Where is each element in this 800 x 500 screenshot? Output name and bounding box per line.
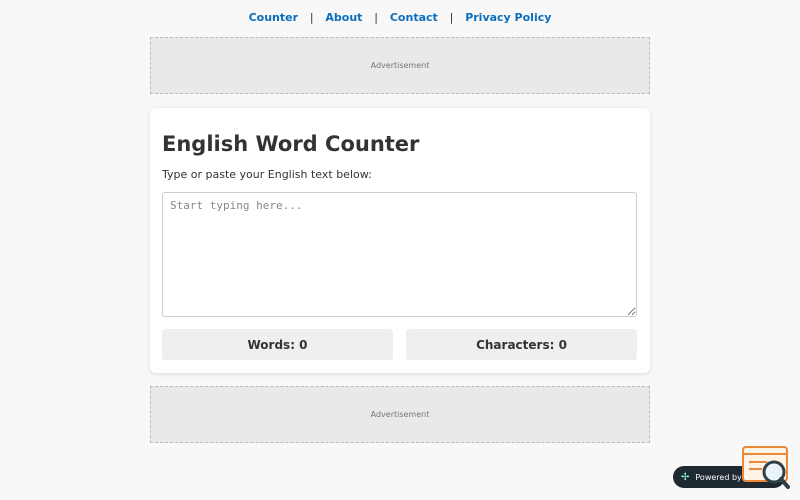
character-count: Characters: 0 <box>406 329 637 360</box>
nav-separator: | <box>309 11 314 24</box>
advertisement-label: Advertisement <box>370 410 430 419</box>
advertisement-label: Advertisement <box>370 61 430 70</box>
word-count-label: Words: 0 <box>247 337 308 352</box>
word-counter-card: English Word Counter Type or paste your … <box>150 108 650 373</box>
word-count: Words: 0 <box>162 329 393 360</box>
magnifier-window-icon[interactable] <box>742 446 790 490</box>
sparkle-icon: ✢ <box>681 471 690 483</box>
nav-separator: | <box>449 11 454 24</box>
page: Counter | About | Contact | Privacy Poli… <box>0 0 800 500</box>
page-title: English Word Counter <box>162 132 420 156</box>
powered-by-text: Powered by <box>695 472 742 482</box>
character-count-label: Characters: 0 <box>476 337 567 352</box>
nav-link-counter[interactable]: Counter <box>249 11 298 24</box>
nav-link-contact[interactable]: Contact <box>390 11 438 24</box>
nav-link-about[interactable]: About <box>325 11 362 24</box>
top-advertisement[interactable]: Advertisement <box>150 37 650 94</box>
nav-separator: | <box>374 11 379 24</box>
nav-link-privacy-policy[interactable]: Privacy Policy <box>465 11 551 24</box>
top-nav: Counter | About | Contact | Privacy Poli… <box>0 10 800 26</box>
bottom-advertisement[interactable]: Advertisement <box>150 386 650 443</box>
instructions-text: Type or paste your English text below: <box>162 168 372 181</box>
text-input[interactable] <box>162 192 637 317</box>
